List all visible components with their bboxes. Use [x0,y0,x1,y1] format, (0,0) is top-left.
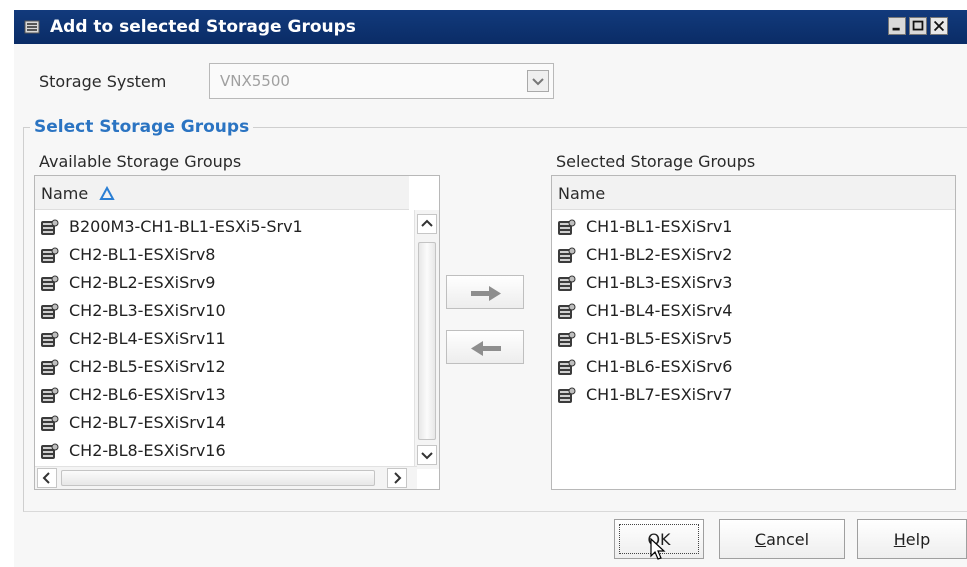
list-item-label: CH1-BL7-ESXiSrv7 [586,385,733,404]
dropdown-button[interactable] [527,70,549,92]
help-button[interactable]: Help [857,519,967,559]
remove-from-selected-button[interactable] [446,330,524,364]
list-item[interactable]: CH1-BL3-ESXiSrv3 [552,270,952,298]
scroll-up-button[interactable] [417,214,437,234]
mouse-cursor-icon [650,538,666,560]
scroll-down-button[interactable] [417,445,437,465]
list-item-label: CH2-BL2-ESXiSrv9 [69,273,216,292]
list-item[interactable]: CH1-BL5-ESXiSrv5 [552,326,952,354]
chevron-up-icon [421,219,433,227]
name-column-header[interactable]: Name [552,176,955,210]
storage-group-icon [41,247,59,263]
list-item[interactable]: CH1-BL4-ESXiSrv4 [552,298,952,326]
storage-group-icon [41,219,59,235]
list-item-label: CH1-BL4-ESXiSrv4 [586,301,733,320]
select-groups-legend: Select Storage Groups [30,117,254,137]
close-icon [933,20,945,32]
list-item[interactable]: CH2-BL1-ESXiSrv8 [35,242,407,270]
scroll-right-button[interactable] [387,468,407,488]
list-item-label: CH2-BL3-ESXiSrv10 [69,301,226,320]
horizontal-scrollbar[interactable] [35,466,417,489]
storage-system-select[interactable]: VNX5500 [209,63,554,99]
storage-group-icon [558,247,576,263]
available-groups-list[interactable]: Name B200M3-CH1-BL1-ESXi5-Srv1 CH2-BL1-ES… [34,175,440,490]
storage-group-icon [41,443,59,459]
storage-group-icon [41,331,59,347]
chevron-down-icon [421,452,433,460]
list-item-label: CH2-BL7-ESXiSrv14 [69,413,226,432]
list-item[interactable]: B200M3-CH1-BL1-ESXi5-Srv1 [35,214,407,242]
list-item-label: CH2-BL4-ESXiSrv11 [69,329,226,348]
cancel-button-label: Cancel [754,530,810,549]
arrow-left-icon [471,341,501,356]
maximize-button[interactable] [909,17,927,35]
list-item-label: CH1-BL6-ESXiSrv6 [586,357,733,376]
list-item-label: CH2-BL6-ESXiSrv13 [69,385,226,404]
cancel-button[interactable]: Cancel [719,519,845,559]
list-item[interactable]: CH1-BL7-ESXiSrv7 [552,382,952,410]
list-item[interactable]: CH1-BL1-ESXiSrv1 [552,214,952,242]
minimize-icon [892,27,900,31]
name-column-header[interactable]: Name [35,176,409,210]
add-to-selected-button[interactable] [446,275,524,309]
list-item[interactable]: CH2-BL7-ESXiSrv14 [35,410,407,438]
list-item[interactable]: CH2-BL2-ESXiSrv9 [35,270,407,298]
available-groups-label: Available Storage Groups [39,152,242,171]
selected-groups-label: Selected Storage Groups [556,152,756,171]
storage-group-icon [558,387,576,403]
horizontal-scroll-thumb[interactable] [61,470,375,486]
list-item-label: CH2-BL5-ESXiSrv12 [69,357,226,376]
storage-group-icon [41,275,59,291]
list-item-label: B200M3-CH1-BL1-ESXi5-Srv1 [69,217,303,236]
list-item[interactable]: CH2-BL6-ESXiSrv13 [35,382,407,410]
scroll-left-button[interactable] [37,468,57,488]
title-bar[interactable]: Add to selected Storage Groups [14,10,967,44]
list-item[interactable]: CH2-BL5-ESXiSrv12 [35,354,407,382]
arrow-right-icon [471,286,501,301]
list-item-label: CH1-BL2-ESXiSrv2 [586,245,733,264]
storage-system-value: VNX5500 [220,72,290,90]
ok-button[interactable]: OK [614,519,704,560]
dialog-window: Add to selected Storage Groups Storage S… [14,10,967,567]
vertical-scroll-thumb[interactable] [418,242,436,440]
storage-group-icon [24,20,40,34]
column-header-label: Name [41,184,89,203]
list-item[interactable]: CH1-BL2-ESXiSrv2 [552,242,952,270]
list-item[interactable]: CH2-BL3-ESXiSrv10 [35,298,407,326]
storage-group-icon [558,359,576,375]
storage-group-icon [41,303,59,319]
list-item-label: CH1-BL3-ESXiSrv3 [586,273,733,292]
list-item-label: CH2-BL8-ESXiSrv16 [69,441,226,460]
selected-groups-list[interactable]: Name CH1-BL1-ESXiSrv1 CH1-BL2-ESXiSrv2 CH1… [551,175,956,490]
window-title: Add to selected Storage Groups [50,17,356,37]
help-button-label: Help [893,530,931,549]
storage-group-icon [558,331,576,347]
maximize-icon [912,20,924,31]
vertical-scrollbar[interactable] [414,210,439,469]
storage-group-icon [41,415,59,431]
list-item-label: CH1-BL1-ESXiSrv1 [586,217,733,236]
list-item-label: CH2-BL1-ESXiSrv8 [69,245,216,264]
list-item[interactable]: CH2-BL4-ESXiSrv11 [35,326,407,354]
storage-group-icon [558,303,576,319]
chevron-down-icon [532,78,544,86]
sort-ascending-icon [99,186,115,200]
storage-group-icon [41,387,59,403]
storage-system-label: Storage System [39,72,167,91]
close-button[interactable] [930,17,948,35]
list-item[interactable]: CH2-BL8-ESXiSrv16 [35,438,407,466]
minimize-button[interactable] [888,17,906,35]
storage-group-icon [558,275,576,291]
chevron-right-icon [394,472,402,484]
column-header-label: Name [558,184,606,203]
list-item[interactable]: CH1-BL6-ESXiSrv6 [552,354,952,382]
list-item-label: CH1-BL5-ESXiSrv5 [586,329,733,348]
storage-group-icon [558,219,576,235]
storage-group-icon [41,359,59,375]
chevron-left-icon [42,472,50,484]
